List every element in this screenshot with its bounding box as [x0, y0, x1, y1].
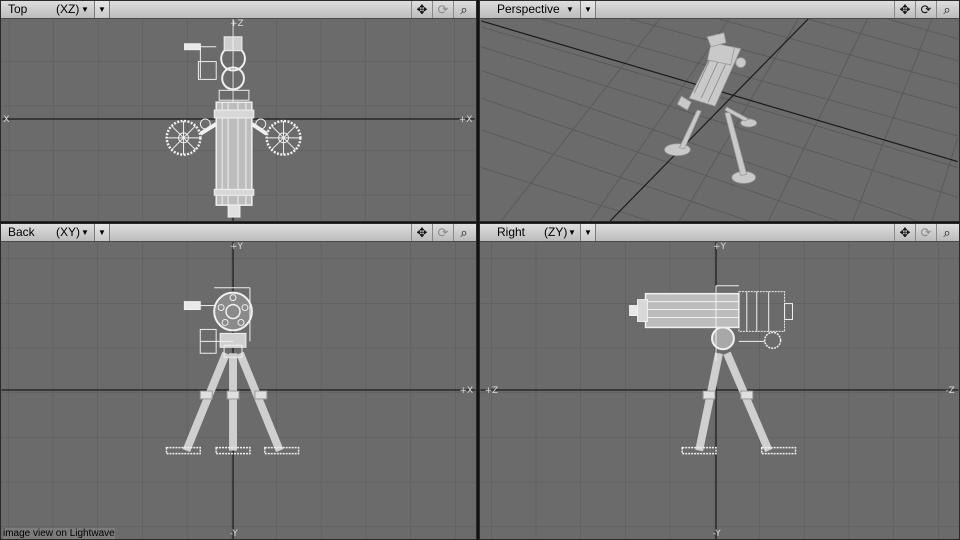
rotate-view-icon[interactable]: ⟳ [915, 224, 936, 241]
chevron-down-icon[interactable]: ▼ [580, 224, 596, 241]
scene-perspective-svg [481, 19, 959, 221]
chevron-down-icon[interactable]: ▼ [77, 1, 93, 18]
move-view-icon[interactable]: ✥ [411, 224, 432, 241]
view-name-label[interactable]: Right [497, 225, 525, 239]
zoom-view-icon[interactable]: ⌕ [936, 224, 957, 241]
viewport-header-back: Back (XY) ▼ ▼ ✥ ⟳ ⌕ [1, 224, 476, 242]
view-name-label[interactable]: Top [8, 2, 27, 16]
svg-text:+X: +X [460, 386, 474, 396]
scene-top-svg: +Z +X X [2, 19, 475, 221]
z-axis-line [609, 19, 809, 221]
axis-plane-label[interactable]: (XZ) [56, 2, 79, 16]
svg-text:-Y: -Y [713, 529, 721, 539]
chevron-down-icon[interactable]: ▼ [94, 1, 110, 18]
viewport-top[interactable]: Top (XZ) ▼ ▼ ✥ ⟳ ⌕ +Z +X X [0, 0, 477, 222]
chevron-down-icon[interactable]: ▼ [562, 1, 578, 18]
view-name-label[interactable]: Perspective [497, 2, 560, 16]
chevron-down-icon[interactable]: ▼ [580, 1, 596, 18]
move-view-icon[interactable]: ✥ [894, 1, 915, 18]
viewport-header-top: Top (XZ) ▼ ▼ ✥ ⟳ ⌕ [1, 1, 476, 19]
scene-back-svg: +Y +X -Y [1, 242, 476, 539]
zoom-view-icon[interactable]: ⌕ [936, 1, 957, 18]
image-caption: image view on Lightwave [3, 528, 115, 539]
svg-text:+Y: +Y [230, 242, 243, 252]
gatling-gun-shaded-perspective [664, 32, 758, 184]
svg-text:+Z: +Z [485, 386, 499, 396]
viewport-canvas-back[interactable]: +Y +X -Y [1, 242, 476, 539]
zoom-view-icon[interactable]: ⌕ [453, 224, 474, 241]
scene-right-svg: +Y +Z -Z -Y [480, 242, 959, 539]
viewport-right[interactable]: Right (ZY) ▼ ▼ ✥ ⟳ ⌕ +Y +Z -Z -Y [479, 223, 960, 540]
move-view-icon[interactable]: ✥ [894, 224, 915, 241]
zoom-view-icon[interactable]: ⌕ [453, 1, 474, 18]
viewport-header-right: Right (ZY) ▼ ▼ ✥ ⟳ ⌕ [480, 224, 959, 242]
chevron-down-icon[interactable]: ▼ [94, 224, 110, 241]
viewport-canvas-perspective[interactable] [480, 19, 959, 221]
viewport-canvas-top[interactable]: +Z +X X [1, 19, 476, 221]
svg-text:-Z: -Z [945, 386, 954, 396]
viewport-back[interactable]: Back (XY) ▼ ▼ ✥ ⟳ ⌕ +Y +X -Y [0, 223, 477, 540]
rotate-view-icon[interactable]: ⟳ [432, 1, 453, 18]
rotate-view-icon[interactable]: ⟳ [432, 224, 453, 241]
svg-text:+Y: +Y [713, 242, 726, 252]
rotate-view-icon[interactable]: ⟳ [915, 1, 936, 18]
svg-text:-Y: -Y [230, 529, 238, 539]
svg-text:+Z: +Z [230, 19, 244, 29]
viewport-canvas-right[interactable]: +Y +Z -Z -Y [480, 242, 959, 539]
chevron-down-icon[interactable]: ▼ [77, 224, 93, 241]
svg-text:+X: +X [459, 115, 473, 125]
viewport-perspective[interactable]: Perspective ▼ ▼ ✥ ⟳ ⌕ [479, 0, 960, 222]
chevron-down-icon[interactable]: ▼ [564, 224, 580, 241]
viewport-header-perspective: Perspective ▼ ▼ ✥ ⟳ ⌕ [480, 1, 959, 19]
view-name-label[interactable]: Back [8, 225, 35, 239]
svg-text:X: X [3, 115, 9, 125]
move-view-icon[interactable]: ✥ [411, 1, 432, 18]
